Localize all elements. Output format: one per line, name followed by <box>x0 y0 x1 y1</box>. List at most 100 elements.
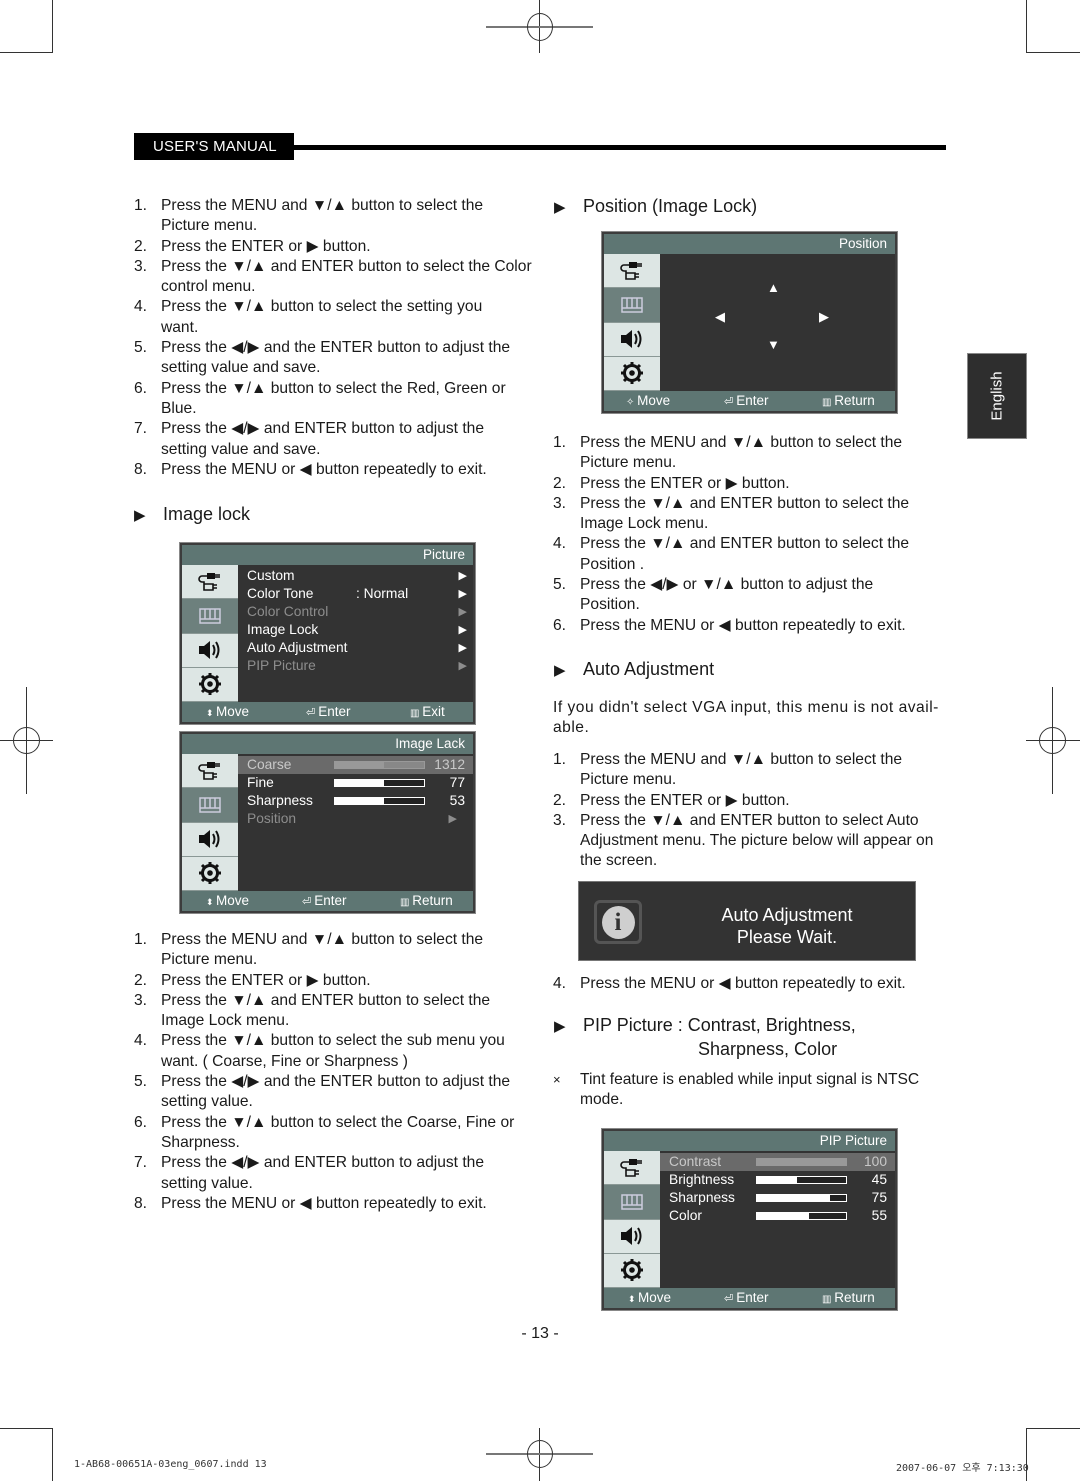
position-up-arrow[interactable]: ▲ <box>767 280 780 295</box>
crop-mark <box>0 52 53 53</box>
crop-mark <box>0 1428 53 1429</box>
sound-icon[interactable] <box>604 322 660 357</box>
picture-icon[interactable] <box>182 788 238 823</box>
image-lock-steps: 1. Press the MENU and ▼/▲ button to selec… <box>134 930 534 1214</box>
auto-adjustment-step-4: 4. Press the MENU or ◀ button repeatedly … <box>553 974 953 994</box>
osd-setting-sharpness[interactable]: Sharpness 75 <box>660 1189 895 1207</box>
step-item: 2. Press the ENTER or ▶ button. <box>134 971 371 989</box>
file-slug: 1-AB68-00651A-03eng_0607.indd 13 <box>74 1459 267 1470</box>
step-item: 6. Press the ▼/▲ button to select the Coa… <box>134 1113 515 1151</box>
setting-slider[interactable] <box>756 1212 847 1220</box>
picture-icon[interactable] <box>182 599 238 634</box>
step-item: 8. Press the MENU or ◀ button repeatedly … <box>134 460 487 478</box>
osd-hint-enter: ⏎ Enter <box>724 1290 769 1305</box>
step-item: 5. Press the ◀/▶ and the ENTER button to … <box>134 1073 511 1111</box>
input-source-icon[interactable] <box>182 754 238 789</box>
bullet-triangle-icon: ▶ <box>554 199 566 216</box>
osd-menu-item-auto-adjustment[interactable]: Auto Adjustment ▶ <box>238 639 473 657</box>
input-source-icon[interactable] <box>182 565 238 600</box>
setting-slider[interactable] <box>334 779 425 787</box>
osd-menu-list: Contrast 100 Brightness 45 Sharpness 75 Color 5… <box>660 1151 895 1288</box>
picture-icon[interactable] <box>604 1185 660 1220</box>
setting-value: 55 <box>871 1208 887 1223</box>
crop-mark <box>1026 0 1027 53</box>
step-item: 2. Press the ENTER or ▶ button. <box>553 474 790 492</box>
step-item: 4. Press the ▼/▲ button to select the set… <box>134 298 483 336</box>
osd-menu-list: Coarse 1312 Fine 77 Sharpness 53 Position ▶ <box>238 754 473 891</box>
header-rule <box>294 145 946 150</box>
position-right-arrow[interactable]: ▶ <box>819 309 829 325</box>
setup-gear-icon[interactable] <box>604 1253 660 1288</box>
step-item: 6. Press the ▼/▲ button to select the Red… <box>134 379 506 417</box>
setup-gear-icon[interactable] <box>182 667 238 702</box>
osd-sidebar <box>182 565 238 702</box>
menu-icon: ▥ <box>400 897 413 908</box>
osd-menu-item-color-control[interactable]: Color Control ▶ <box>238 603 473 621</box>
slider-fill <box>335 798 384 804</box>
slider-fill <box>757 1177 798 1183</box>
osd-pip-picture-menu: PIP Picture Contrast 100 Brightness 45 Sharp… <box>601 1128 898 1311</box>
sound-icon[interactable] <box>604 1219 660 1254</box>
osd-hint-return: ▥ Return <box>822 1290 875 1305</box>
osd-setting-fine[interactable]: Fine 77 <box>238 774 473 792</box>
arrow-right-icon: ▶ <box>458 660 467 672</box>
sound-icon[interactable] <box>182 633 238 668</box>
picture-icon[interactable] <box>604 288 660 323</box>
osd-hint-return: ▥ Return <box>822 393 875 408</box>
step-item: 8. Press the MENU or ◀ button repeatedly … <box>134 1194 487 1212</box>
osd-setting-brightness[interactable]: Brightness 45 <box>660 1171 895 1189</box>
step-item: 4. Press the MENU or ◀ button repeatedly … <box>553 975 906 992</box>
osd-image-lock-menu: Image Lack Coarse 1312 Fine 77 Sharpness 53 Po… <box>179 731 476 914</box>
bullet-triangle-icon: ▶ <box>554 662 566 679</box>
menu-icon: ▥ <box>822 1294 835 1305</box>
slider-fill <box>757 1213 809 1219</box>
setting-slider[interactable] <box>756 1158 847 1166</box>
osd-setting-contrast[interactable]: Contrast 100 <box>660 1153 895 1171</box>
sound-icon[interactable] <box>182 822 238 857</box>
setting-value: 75 <box>871 1190 887 1205</box>
step-item: 2. Press the ENTER or ▶ button. <box>553 791 790 809</box>
osd-hint-enter: ⏎ Enter <box>306 704 351 719</box>
osd-hint-move: ⬍ Move <box>206 704 250 719</box>
osd-footer: ✧ Move ⏎ Enter ▥ Return <box>604 391 895 411</box>
setting-slider[interactable] <box>334 761 425 769</box>
crop-mark <box>52 1428 53 1481</box>
step-item: 4. Press the ▼/▲ button to select the sub… <box>134 1032 505 1070</box>
osd-sidebar <box>182 754 238 891</box>
osd-menu-item-pip-picture[interactable]: PIP Picture ▶ <box>238 657 473 675</box>
osd-setting-color[interactable]: Color 55 <box>660 1207 895 1225</box>
setting-slider[interactable] <box>756 1176 847 1184</box>
osd-menu-item-image-lock[interactable]: Image Lock ▶ <box>238 621 473 639</box>
osd-menu-item-custom[interactable]: Custom ▶ <box>238 567 473 585</box>
osd-menu-list: Custom ▶ Color Tone: Normal ▶ Color Contro… <box>238 565 473 702</box>
setting-label: Color <box>669 1208 702 1223</box>
osd-hint-return: ▥ Return <box>400 893 453 908</box>
setting-slider[interactable] <box>334 797 425 805</box>
setup-gear-icon[interactable] <box>604 356 660 391</box>
input-source-icon[interactable] <box>604 1151 660 1186</box>
osd-sidebar <box>604 254 660 391</box>
osd-setting-coarse[interactable]: Coarse 1312 <box>238 756 473 774</box>
step-item: 7. Press the ◀/▶ and ENTER button to adju… <box>134 420 485 458</box>
slider-fill <box>757 1195 830 1201</box>
page-number: - 13 - <box>521 1325 559 1342</box>
info-icon: i <box>594 900 642 944</box>
enter-icon: ⏎ <box>302 896 315 908</box>
section-title-image-lock: ▶ Image lock <box>134 504 251 524</box>
step-item: 2. Press the ENTER or ▶ button. <box>134 237 371 255</box>
osd-menu-item-color-tone[interactable]: Color Tone: Normal ▶ <box>238 585 473 603</box>
setting-slider[interactable] <box>756 1194 847 1202</box>
osd-setting-position[interactable]: Position ▶ <box>238 810 473 828</box>
setting-label: Sharpness <box>247 793 313 808</box>
osd-hint-move: ✧ Move <box>626 393 671 408</box>
osd-position-menu: Position ▲ ◀ ▶ ▼ ✧ Move ⏎ Enter ▥ Return <box>601 231 898 414</box>
language-tab: English <box>967 353 1027 439</box>
osd-setting-sharpness[interactable]: Sharpness 53 <box>238 792 473 810</box>
position-left-arrow[interactable]: ◀ <box>715 309 725 325</box>
crop-mark <box>1026 52 1080 53</box>
position-down-arrow[interactable]: ▼ <box>767 337 780 352</box>
setup-gear-icon[interactable] <box>182 856 238 891</box>
language-tab-label: English <box>988 371 1006 421</box>
note-mark: × <box>553 1072 561 1087</box>
input-source-icon[interactable] <box>604 254 660 289</box>
